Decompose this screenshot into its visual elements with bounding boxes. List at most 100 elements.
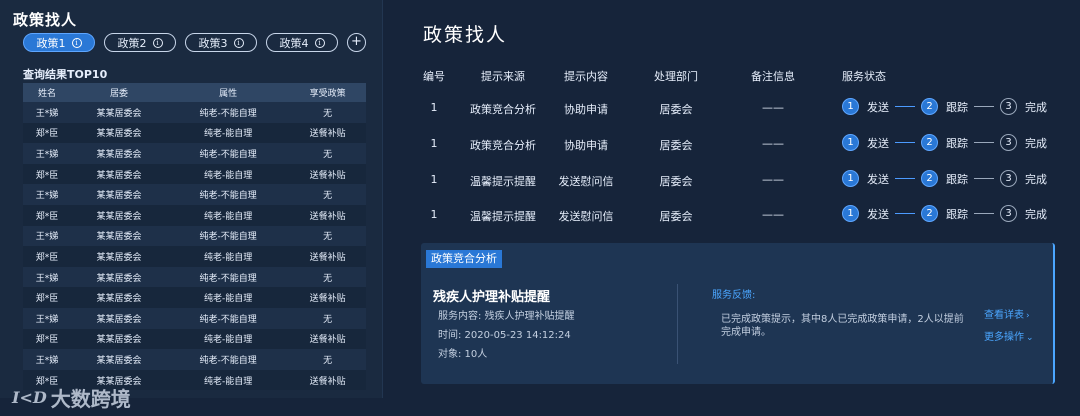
table-cell: 某某居委会 <box>71 349 168 370</box>
table-cell: 送餐补贴 <box>289 122 366 144</box>
card-title: 残疾人护理补贴提醒 <box>433 290 551 305</box>
tab-label: 政策4 <box>279 36 309 50</box>
table-cell: 某某居委会 <box>71 163 168 185</box>
cell-note: —— <box>762 173 784 186</box>
table-cell: 某某居委会 <box>71 184 168 205</box>
tab-policy-1[interactable]: 政策1 i <box>23 33 95 52</box>
table-cell: 无 <box>289 225 366 247</box>
table-cell: 某某居委会 <box>71 307 168 329</box>
watermark: I<D 大数跨境 <box>12 383 131 412</box>
column-header: 属性 <box>167 83 290 102</box>
result-table: 姓名 居委 属性 享受政策 王*娣 某某居委会 纯老-不能自理无郑*臣 某某居委会 纯老… <box>23 83 366 391</box>
add-tab-button[interactable]: + <box>347 33 366 52</box>
table-cell: 王*娣 <box>23 102 72 123</box>
table-cell: 王*娣 <box>23 307 72 329</box>
table-cell: 某某居委会 <box>71 266 168 288</box>
cell-source: 政策竞合分析 <box>470 103 536 116</box>
table-cell: 纯老-不能自理 <box>167 102 290 123</box>
table-cell: 郑*臣 <box>23 122 72 144</box>
column-header-note: 备注信息 <box>751 70 795 83</box>
step-connector <box>974 142 994 143</box>
table-row: 王*娣 某某居委会 纯老-不能自理无 <box>23 143 366 164</box>
table-cell: 送餐补贴 <box>289 246 366 267</box>
cell-dept: 居委会 <box>659 175 693 188</box>
step-connector <box>895 142 915 143</box>
table-row: 王*娣 某某居委会 纯老-不能自理无 <box>23 266 366 288</box>
tab-policy-3[interactable]: 政策3 i <box>185 33 257 52</box>
cell-dept: 居委会 <box>659 139 693 152</box>
card-badge: 政策竞合分析 <box>426 250 502 268</box>
feedback-text: 已完成政策提示，其中8人已完成政策申请，2人以提前完成申请。 <box>721 314 964 338</box>
cell-note: —— <box>762 208 784 221</box>
table-cell: 某某居委会 <box>71 246 168 267</box>
cell-source: 温馨提示提醒 <box>470 210 536 223</box>
info-icon[interactable]: i <box>152 37 163 48</box>
step-number: 2 <box>921 170 938 187</box>
table-row: 王*娣 某某居委会 纯老-不能自理无 <box>23 225 366 247</box>
cell-no: 1 <box>430 137 438 150</box>
table-cell: 某某居委会 <box>71 102 168 123</box>
step-label: 完成 <box>1025 207 1047 221</box>
table-cell: 纯老-不能自理 <box>167 307 290 329</box>
table-header-row: 姓名 居委 属性 享受政策 <box>23 83 366 102</box>
column-header-dept: 处理部门 <box>654 70 698 83</box>
table-cell: 郑*臣 <box>23 204 72 226</box>
table-cell: 无 <box>289 266 366 288</box>
service-status-steps: 1 发送 2 跟踪 3 完成 <box>842 134 1053 151</box>
info-icon[interactable]: i <box>233 37 244 48</box>
table-cell: 郑*臣 <box>23 246 72 267</box>
step-label: 发送 <box>867 100 889 114</box>
watermark-text: 大数跨境 <box>50 387 131 411</box>
cell-no: 1 <box>430 173 438 186</box>
table-cell: 王*娣 <box>23 225 72 247</box>
cell-dept: 居委会 <box>659 210 693 223</box>
view-details-link[interactable]: 查看详表 › <box>984 306 1030 321</box>
table-cell: 纯老-能自理 <box>167 204 290 226</box>
cell-content: 协助申请 <box>564 139 608 152</box>
table-row: 郑*臣 某某居委会 纯老-能自理 送餐补贴 <box>23 163 366 185</box>
table-cell: 郑*臣 <box>23 287 72 308</box>
step-label: 跟踪 <box>946 100 968 114</box>
service-status-steps: 1 发送 2 跟踪 3 完成 <box>842 205 1053 222</box>
table-cell: 某某居委会 <box>71 204 168 226</box>
table-row: 王*娣 某某居委会 纯老-不能自理无 <box>23 184 366 205</box>
view-details-label: 查看详表 <box>984 310 1024 321</box>
table-cell: 某某居委会 <box>71 122 168 144</box>
tab-label: 政策1 <box>36 36 66 50</box>
service-target: 对象: 10人 <box>438 349 488 360</box>
step-number: 2 <box>921 134 938 151</box>
table-cell: 送餐补贴 <box>289 163 366 185</box>
table-cell: 纯老-能自理 <box>167 163 290 185</box>
cell-note: —— <box>762 101 784 114</box>
column-header-content: 提示内容 <box>564 70 608 83</box>
step-label: 跟踪 <box>946 172 968 186</box>
more-actions-link[interactable]: 更多操作 ⌄ <box>984 328 1034 343</box>
table-cell: 纯老-不能自理 <box>167 266 290 288</box>
table-row: 王*娣 某某居委会 纯老-不能自理无 <box>23 349 366 370</box>
table-cell: 某某居委会 <box>71 143 168 164</box>
tab-policy-2[interactable]: 政策2 i <box>104 33 176 52</box>
cell-content: 发送慰问信 <box>558 210 614 223</box>
cell-source: 政策竞合分析 <box>470 139 536 152</box>
step-number: 3 <box>1000 170 1017 187</box>
table-cell: 某某居委会 <box>71 328 168 350</box>
left-panel: 政策找人 政策1 i 政策2 i 政策3 i 政策4 i + 查询结果TOP10… <box>0 0 383 398</box>
info-icon[interactable]: i <box>71 37 82 48</box>
table-cell: 纯老-不能自理 <box>167 184 290 205</box>
table-cell: 纯老-能自理 <box>167 369 290 391</box>
step-number: 2 <box>921 205 938 222</box>
table-cell: 无 <box>289 184 366 205</box>
table-cell: 王*娣 <box>23 143 72 164</box>
step-label: 完成 <box>1025 136 1047 150</box>
tab-policy-4[interactable]: 政策4 i <box>266 33 338 52</box>
table-cell: 纯老-不能自理 <box>167 349 290 370</box>
result-title: 查询结果TOP10 <box>23 68 108 81</box>
step-number: 3 <box>1000 134 1017 151</box>
column-header: 姓名 <box>23 83 72 102</box>
step-connector <box>895 178 915 179</box>
table-cell: 无 <box>289 349 366 370</box>
table-row: 郑*臣 某某居委会 纯老-能自理 送餐补贴 <box>23 246 366 267</box>
table-cell: 纯老-不能自理 <box>167 225 290 247</box>
info-icon[interactable]: i <box>314 37 325 48</box>
step-label: 完成 <box>1025 100 1047 114</box>
